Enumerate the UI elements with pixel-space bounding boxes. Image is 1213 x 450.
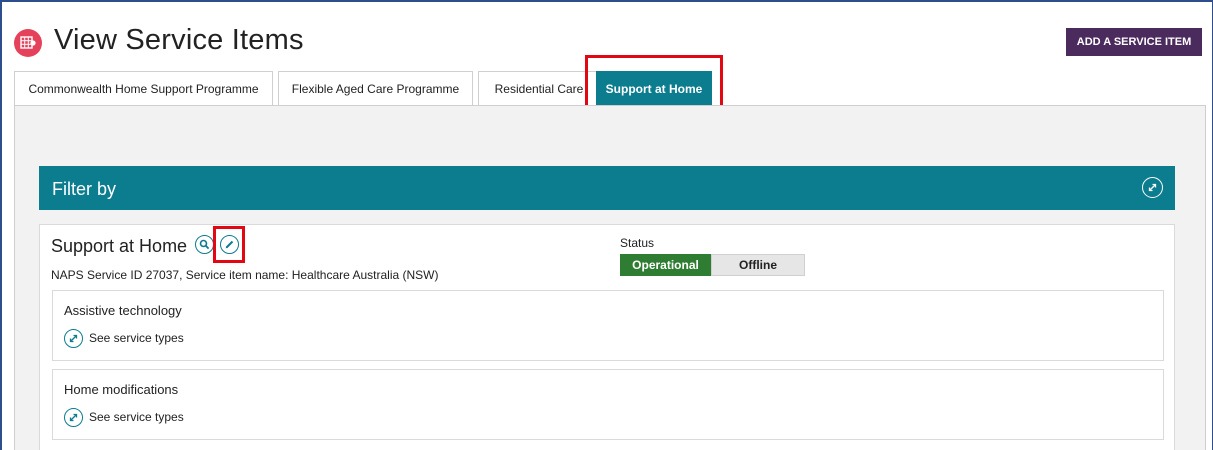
see-service-types-link[interactable]: See service types [64, 407, 184, 427]
see-service-types-label: See service types [89, 331, 184, 345]
status-label: Status [620, 236, 655, 250]
status-operational-button[interactable]: Operational [620, 254, 711, 276]
tab-commonwealth-home-support[interactable]: Commonwealth Home Support Programme [14, 71, 273, 106]
sub-item-title: Assistive technology [64, 303, 182, 318]
see-service-types-link[interactable]: See service types [64, 328, 184, 348]
expand-icon[interactable] [1142, 177, 1163, 198]
filter-bar[interactable]: Filter by [39, 166, 1175, 210]
page-title: View Service Items [54, 24, 304, 56]
tab-flexible-aged-care[interactable]: Flexible Aged Care Programme [278, 71, 473, 106]
expand-icon [64, 407, 83, 427]
expand-icon [64, 328, 83, 348]
add-service-item-button[interactable]: ADD A SERVICE ITEM [1066, 28, 1202, 56]
status-toggle: Operational Offline [620, 254, 805, 276]
see-service-types-label: See service types [89, 410, 184, 424]
sub-item-card: Home modifications See service types [52, 369, 1164, 440]
magnify-icon[interactable] [195, 235, 214, 254]
service-name: Support at Home [51, 236, 188, 256]
sub-item-title: Home modifications [64, 382, 179, 397]
filter-title: Filter by [52, 179, 117, 199]
sub-item-card: Assistive technology See service types [52, 290, 1164, 361]
tab-residential-care[interactable]: Residential Care [478, 71, 600, 106]
highlight-box-edit [213, 226, 245, 263]
grid-gear-icon [14, 29, 42, 57]
status-offline-button[interactable]: Offline [711, 254, 805, 276]
service-details: NAPS Service ID 27037, Service item name… [51, 268, 439, 282]
